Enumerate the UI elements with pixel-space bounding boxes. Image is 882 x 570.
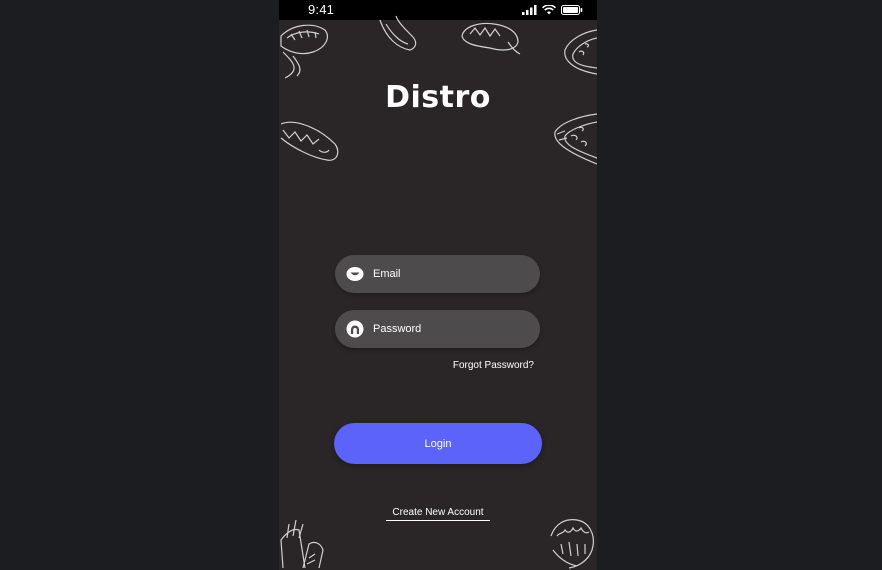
pizza-doodle-top <box>564 29 597 75</box>
status-icons <box>522 3 583 17</box>
taco-doodle <box>280 24 328 79</box>
burrito-doodle <box>379 15 417 51</box>
hotdog-doodle-left <box>280 121 339 161</box>
lettuce-doodle <box>550 519 594 569</box>
status-time: 9:41 <box>308 2 335 17</box>
hotdog-doodle-top <box>461 22 521 55</box>
lock-icon <box>346 320 364 338</box>
signal-icon <box>522 5 537 15</box>
email-input[interactable] <box>373 268 523 280</box>
battery-icon <box>561 5 583 15</box>
fries-doodle <box>280 519 324 569</box>
create-account-link[interactable]: Create New Account <box>386 507 490 521</box>
pizza-doodle-right <box>554 113 597 165</box>
password-input[interactable] <box>373 323 523 335</box>
forgot-password-link[interactable]: Forgot Password? <box>453 360 534 371</box>
user-icon <box>346 265 364 283</box>
login-button[interactable]: Login <box>334 423 542 464</box>
wifi-icon <box>542 5 556 15</box>
app-logo: Distro <box>385 80 491 115</box>
status-bar: 9:41 <box>279 0 597 20</box>
phone-screen: 9:41 Distro Email Forgot Password? Login… <box>279 0 597 570</box>
app-stage: 9:41 Distro Email Forgot Password? Login… <box>0 0 882 570</box>
password-field[interactable] <box>335 310 540 348</box>
email-field[interactable] <box>335 255 540 293</box>
